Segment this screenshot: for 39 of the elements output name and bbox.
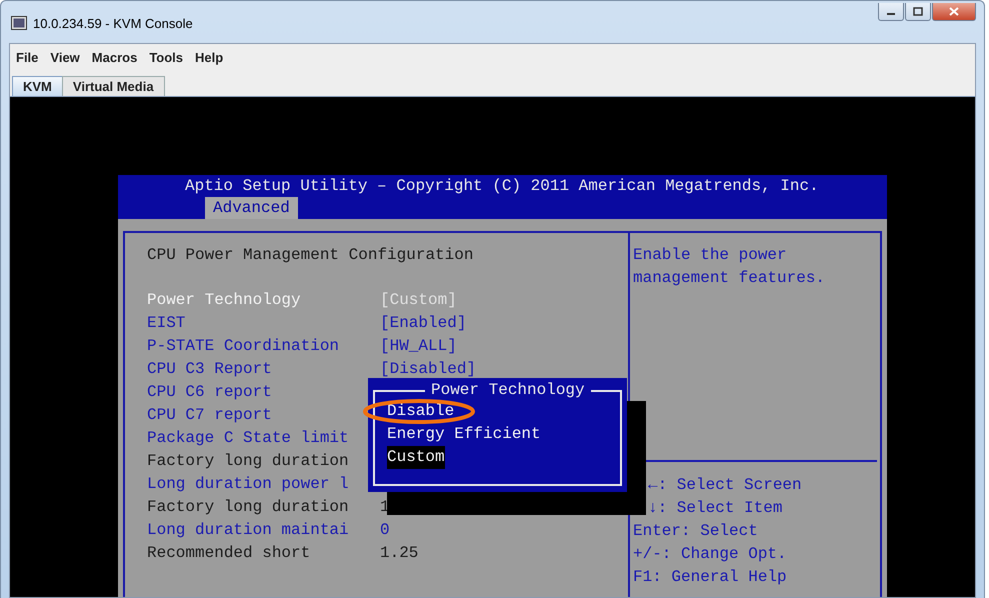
popup-option[interactable]: Energy Efficient	[387, 423, 541, 446]
menu-item[interactable]: View	[46, 48, 84, 67]
key-hint: ←: Select Screen	[647, 475, 803, 496]
menu-item[interactable]: Macros	[88, 48, 142, 67]
setting-label[interactable]: Long duration maintai	[147, 519, 380, 542]
setting-label[interactable]: EIST	[147, 312, 380, 335]
setting-label[interactable]: P-STATE Coordination	[147, 335, 380, 358]
close-icon	[949, 7, 959, 16]
menu-item[interactable]: File	[12, 48, 42, 67]
close-button[interactable]	[932, 3, 976, 21]
popup-option[interactable]: Custom	[387, 446, 445, 469]
maximize-button[interactable]	[905, 3, 931, 21]
setting-value: 1.25	[380, 543, 418, 564]
minimize-button[interactable]	[878, 3, 904, 21]
setting-value: [HW_ALL]	[380, 336, 457, 357]
maximize-icon	[913, 7, 923, 16]
bios-title: Aptio Setup Utility – Copyright (C) 2011 American Megatrends, Inc.	[184, 176, 820, 197]
popup-option[interactable]: Disable	[387, 400, 454, 423]
menu-item[interactable]: Tools	[145, 48, 188, 67]
tab[interactable]: KVM	[12, 76, 63, 96]
menu-item[interactable]: Help	[191, 48, 228, 67]
key-hint: F1: General Help	[633, 567, 788, 588]
section-heading: CPU Power Management Configuration	[147, 245, 474, 266]
setting-value: [Custom]	[380, 290, 457, 311]
popup-title: Power Technology	[425, 382, 591, 398]
key-hint: +/-: Change Opt.	[633, 544, 788, 565]
key-hint: ↓: Select Item	[647, 498, 784, 519]
monitor-icon	[11, 16, 27, 30]
window-title: 10.0.234.59 - KVM Console	[33, 16, 194, 30]
setting-value: 0	[380, 520, 390, 541]
tab[interactable]: Virtual Media	[62, 76, 165, 96]
key-hint: Enter: Select	[633, 521, 759, 542]
setting-label[interactable]: CPU C3 Report	[147, 358, 380, 381]
setting-label[interactable]: Recommended short	[147, 542, 380, 565]
setting-label[interactable]: Factory long duration	[147, 496, 380, 519]
bios-tab[interactable]: Advanced	[205, 197, 298, 219]
setting-value: [Enabled]	[380, 313, 466, 334]
help-text: Enable the power management features.	[632, 245, 826, 289]
setting-value: [Disabled]	[380, 359, 476, 380]
